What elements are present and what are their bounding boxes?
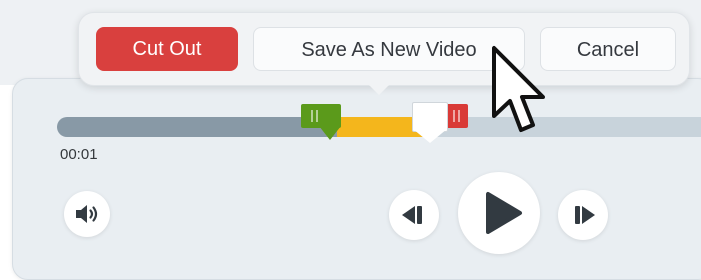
trim-start-handle[interactable] (301, 104, 341, 128)
step-forward-icon (575, 206, 595, 224)
cancel-button[interactable]: Cancel (540, 27, 676, 71)
grip-icon (311, 110, 313, 122)
play-button[interactable] (458, 172, 540, 254)
grip-icon (453, 110, 455, 122)
mouse-pointer-icon (488, 42, 552, 147)
previous-frame-button[interactable] (389, 190, 439, 240)
playhead-tip (413, 129, 447, 143)
volume-button[interactable] (64, 191, 110, 237)
play-icon (486, 192, 522, 234)
next-frame-button[interactable] (558, 190, 608, 240)
speaker-volume-icon (76, 205, 98, 223)
save-as-new-video-button[interactable]: Save As New Video (253, 27, 525, 71)
grip-icon (316, 110, 318, 122)
timeline-remaining-track[interactable] (429, 117, 701, 137)
video-player-panel (12, 78, 701, 280)
popover-pointer (366, 82, 392, 95)
step-back-icon (402, 206, 422, 224)
grip-icon (458, 110, 460, 122)
cut-out-button[interactable]: Cut Out (96, 27, 238, 71)
playhead[interactable] (412, 102, 448, 132)
current-time-label: 00:01 (60, 146, 98, 163)
trim-start-handle-tip (319, 126, 341, 140)
